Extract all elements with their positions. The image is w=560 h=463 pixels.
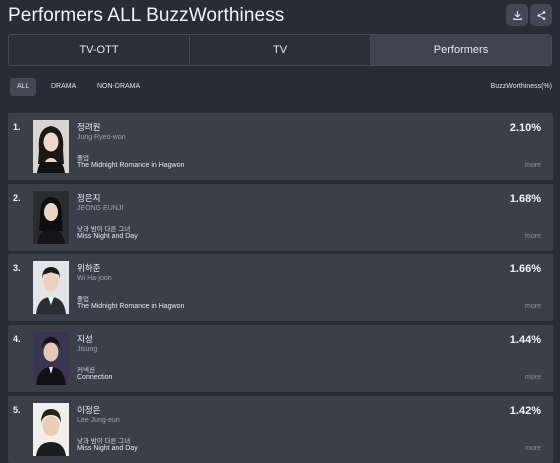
performer-row[interactable]: 4. 지성 Jisung 커넥션 Connection 1.44% more xyxy=(8,325,553,392)
performer-row[interactable]: 5. 이정은 Lee Jung-eun 낮과 밤이 다른 그녀 Miss Nig… xyxy=(8,396,553,463)
performer-name: 지성 xyxy=(77,334,93,344)
tab-tv-ott[interactable]: TV-OTT xyxy=(9,35,189,65)
performer-row[interactable]: 2. 정은지 JEONG EUNJI 낮과 밤이 다른 그녀 Miss Nigh… xyxy=(8,184,553,251)
rank: 1. xyxy=(13,122,21,132)
share-icon xyxy=(536,10,545,20)
filter-all[interactable]: ALL xyxy=(10,78,37,96)
more-link[interactable]: more xyxy=(525,233,541,240)
show-title-korean: 졸업 xyxy=(77,155,89,162)
more-link[interactable]: more xyxy=(525,162,541,169)
performer-roman-name: Jung Ryeo-won xyxy=(77,134,126,141)
show-title-english: Connection xyxy=(77,374,113,381)
genre-filters: ALL DRAMA NON-DRAMA BuzzWorthiness(%) xyxy=(10,78,552,96)
show-title-korean: 졸업 xyxy=(77,296,89,303)
show-title-english: Miss Night and Day xyxy=(77,445,138,452)
tab-performers[interactable]: Performers xyxy=(370,35,551,65)
show-title-english: The Midnight Romance in Hagwon xyxy=(77,303,185,310)
rank: 4. xyxy=(13,334,21,344)
performer-row[interactable]: 3. 위하준 Wi Ha-joon 졸업 The Midnight Romanc… xyxy=(8,254,553,321)
more-link[interactable]: more xyxy=(525,445,541,452)
filter-non-drama[interactable]: NON-DRAMA xyxy=(90,78,147,96)
more-link[interactable]: more xyxy=(525,303,541,310)
performer-roman-name: Jisung xyxy=(77,346,98,353)
buzz-score: 1.68% xyxy=(509,193,541,205)
performer-name: 이정은 xyxy=(77,405,101,415)
buzz-score: 1.44% xyxy=(509,334,541,346)
performer-name: 정은지 xyxy=(77,193,101,203)
filter-drama[interactable]: DRAMA xyxy=(44,78,83,96)
performer-name: 정려원 xyxy=(77,122,101,132)
buzz-score: 1.66% xyxy=(509,263,541,275)
rank: 5. xyxy=(13,405,21,415)
show-title-korean: 낮과 밤이 다른 그녀 xyxy=(77,438,131,445)
show-title-english: Miss Night and Day xyxy=(77,233,138,240)
category-tabs: TV-OTT TV Performers xyxy=(8,34,552,66)
show-title-korean: 커넥션 xyxy=(77,367,95,374)
performer-roman-name: JEONG EUNJI xyxy=(77,205,124,212)
page-title: Performers ALL BuzzWorthiness xyxy=(8,5,285,26)
download-icon xyxy=(512,10,522,20)
page-header: Performers ALL BuzzWorthiness xyxy=(8,4,552,28)
show-title-korean: 낮과 밤이 다른 그녀 xyxy=(77,226,131,233)
rank: 2. xyxy=(13,193,21,203)
performer-roman-name: Wi Ha-joon xyxy=(77,275,112,282)
buzz-score: 2.10% xyxy=(509,122,541,134)
share-button[interactable] xyxy=(530,4,552,26)
more-link[interactable]: more xyxy=(525,374,541,381)
buzz-score: 1.42% xyxy=(509,405,541,417)
show-title-english: The Midnight Romance in Hagwon xyxy=(77,162,185,169)
rank: 3. xyxy=(13,263,21,273)
download-button[interactable] xyxy=(506,4,528,26)
metric-label: BuzzWorthiness(%) xyxy=(490,83,552,90)
tab-tv[interactable]: TV xyxy=(189,35,370,65)
performer-photo xyxy=(33,191,69,244)
performer-roman-name: Lee Jung-eun xyxy=(77,417,120,424)
performer-photo xyxy=(33,261,69,314)
performer-photo xyxy=(33,332,69,385)
performer-name: 위하준 xyxy=(77,263,101,273)
performer-row[interactable]: 1. 정려원 Jung Ryeo-won 졸업 The Midnight Rom… xyxy=(8,113,553,180)
performer-photo xyxy=(33,403,69,456)
performer-photo xyxy=(33,120,69,173)
